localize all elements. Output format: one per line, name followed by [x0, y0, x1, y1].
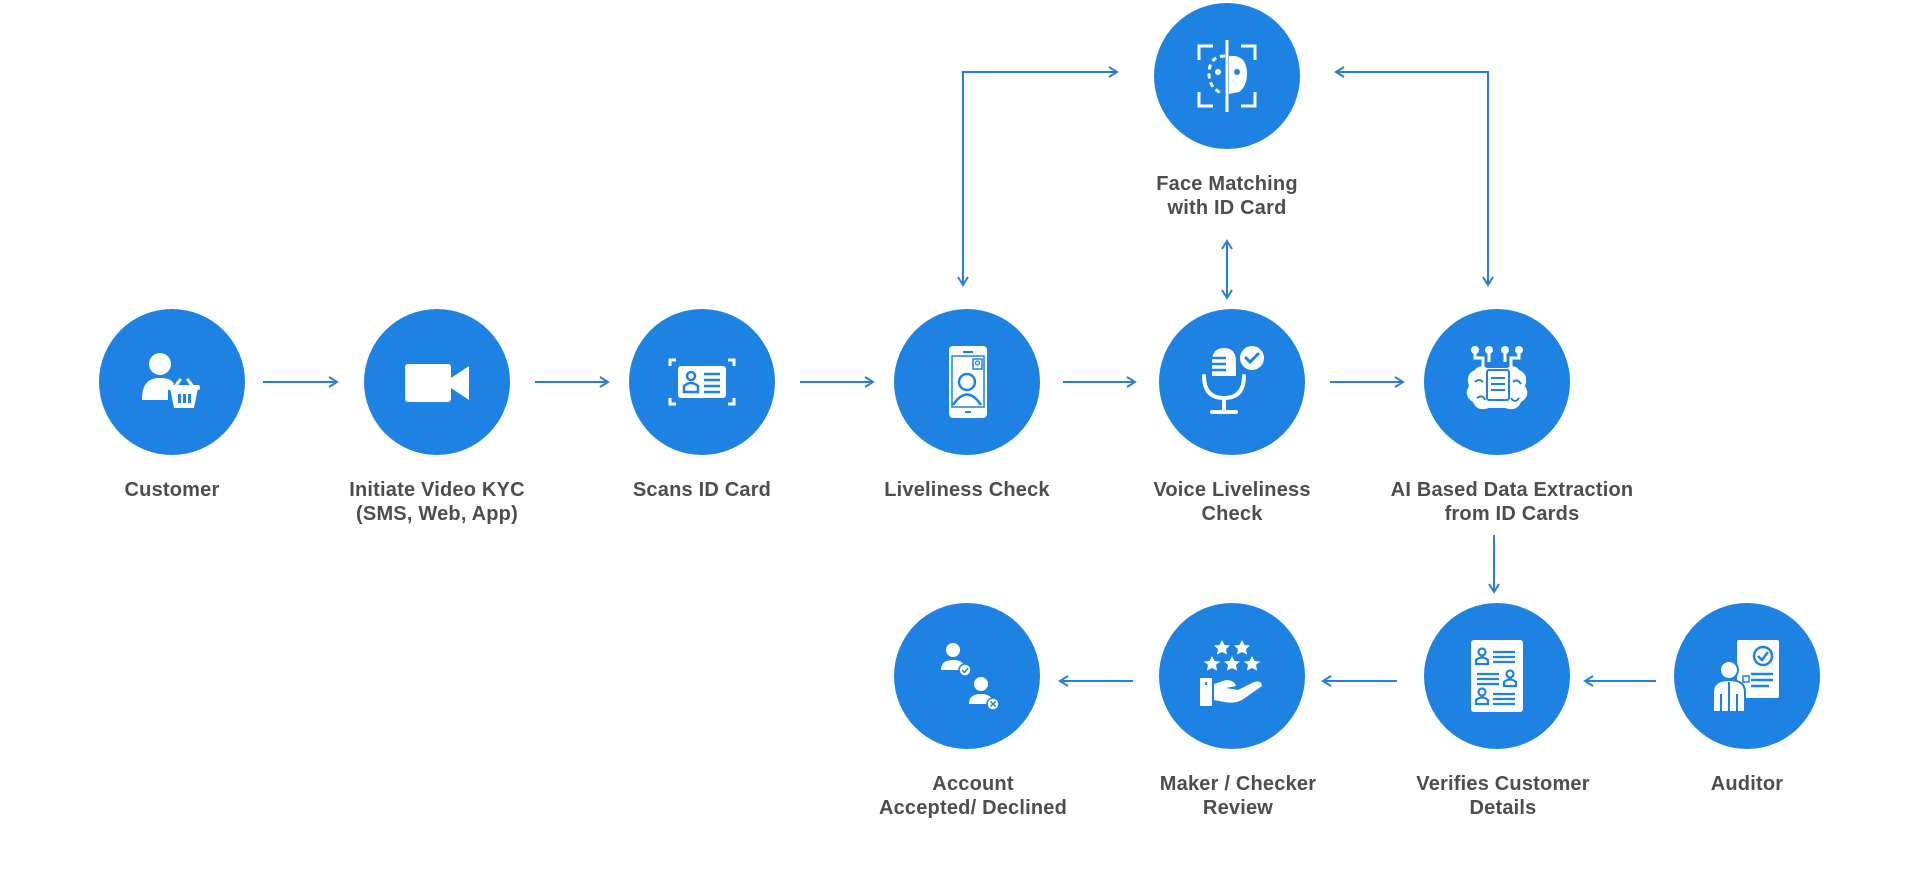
label-voice-liveliness-check: Voice Liveliness Check [1153, 479, 1311, 525]
auditor-report-icon [1712, 640, 1779, 713]
ai-brain-document-icon [1466, 346, 1528, 410]
node-scans-id-card [629, 309, 775, 455]
label-ai-data-extraction: AI Based Data Extraction from ID Cards [1390, 479, 1634, 525]
node-initiate-video-kyc [364, 309, 510, 455]
microphone-check-icon [1202, 346, 1264, 414]
node-ai-data-extraction [1424, 309, 1570, 455]
node-customer [99, 309, 245, 455]
customer-basket-icon [142, 353, 200, 408]
label-maker-checker-review: Maker / Checker Review [1159, 773, 1317, 819]
node-auditor [1674, 603, 1820, 749]
node-voice-liveliness-check [1159, 309, 1305, 455]
label-liveliness-check: Liveliness Check [884, 479, 1050, 501]
label-scans-id-card: Scans ID Card [632, 479, 772, 501]
face-scan-icon [1197, 40, 1257, 112]
label-account-accepted-declined: Account Accepted/ Declined [878, 773, 1068, 819]
node-liveliness-check [894, 309, 1040, 455]
label-auditor: Auditor [1710, 773, 1784, 795]
node-maker-checker-review [1159, 603, 1305, 749]
label-face-matching: Face Matching with ID Card [1156, 173, 1298, 219]
id-card-scan-icon [668, 358, 736, 406]
profile-document-icon [1471, 640, 1523, 712]
node-verifies-customer-details [1424, 603, 1570, 749]
label-initiate-video-kyc: Initiate Video KYC (SMS, Web, App) [349, 479, 525, 525]
hand-stars-review-icon [1200, 640, 1262, 706]
node-account-accepted-declined [894, 603, 1040, 749]
label-customer: Customer [124, 479, 220, 501]
smartphone-selfie-icon [949, 346, 987, 418]
video-camera-icon [405, 364, 469, 402]
users-accept-decline-icon [941, 643, 1000, 711]
node-face-matching [1154, 3, 1300, 149]
